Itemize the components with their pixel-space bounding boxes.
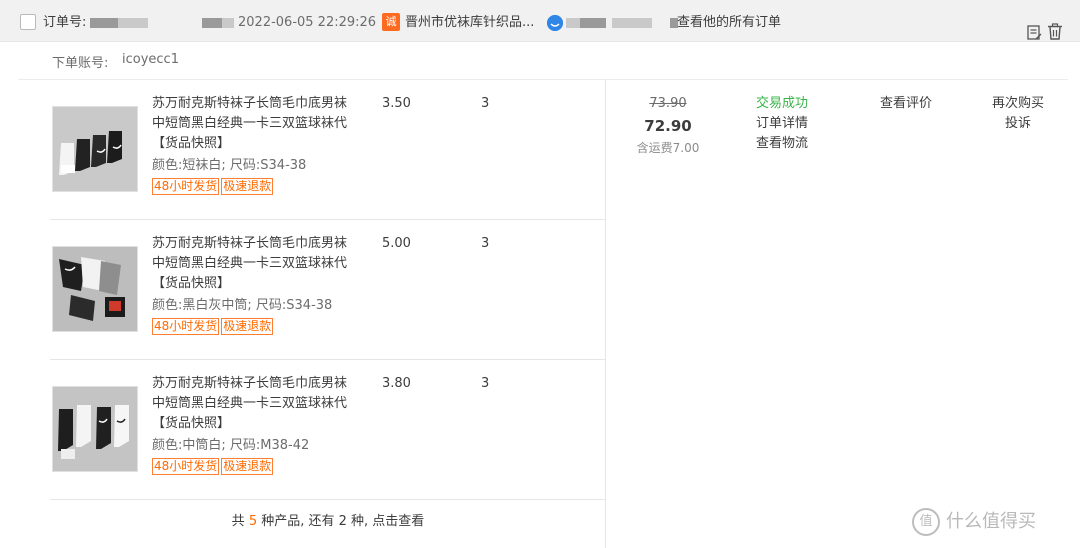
service-tags: 48小时发货 极速退款 <box>152 178 275 195</box>
shipping-fee: 含运费7.00 <box>636 141 700 155</box>
tag-48h-shipping: 48小时发货 <box>152 178 220 195</box>
more-suffix: 种, 点击查看 <box>346 514 425 529</box>
more-remaining-count: 2 <box>338 514 347 529</box>
action-column: 再次购买 投诉 <box>986 94 1050 134</box>
original-price: 73.90 <box>649 96 687 111</box>
account-label: 下单账号: <box>52 56 109 71</box>
product-title-link[interactable]: 苏万耐克斯特袜子长筒毛巾底男袜中短筒黑白经典一卡三双篮球袜代 【货品快照】 <box>152 94 352 154</box>
buy-again-link[interactable]: 再次购买 <box>986 94 1050 114</box>
order-summary: 73.90 72.90 含运费7.00 交易成功 订单详情 查看物流 查看评价 … <box>606 80 1080 548</box>
account-row: 下单账号: icoyecc1 <box>18 42 1068 80</box>
more-mid: 种产品, 还有 <box>257 514 339 529</box>
item-quantity: 3 <box>481 96 490 111</box>
view-review-link[interactable]: 查看评价 <box>880 94 932 114</box>
product-image[interactable] <box>52 106 138 192</box>
tag-48h-shipping: 48小时发货 <box>152 458 220 475</box>
order-select-checkbox[interactable] <box>20 14 36 30</box>
product-spec: 颜色:短袜白; 尺码:S34-38 <box>152 158 307 173</box>
status-column: 交易成功 订单详情 查看物流 <box>756 94 836 154</box>
item-price: 3.50 <box>382 96 411 111</box>
tag-48h-shipping: 48小时发货 <box>152 318 220 335</box>
redacted-seller-name <box>580 18 606 28</box>
show-more-products-link[interactable]: 共 5 种产品, 还有 2 种, 点击查看 <box>50 500 606 548</box>
watermark: 什么值得买 <box>912 506 1036 538</box>
view-all-orders-link[interactable]: 查看他的所有订单 <box>677 0 781 46</box>
order-header: 订单号: 2022-06-05 22:29:26 诚 晋州市优袜库针织品... … <box>0 0 1080 42</box>
product-title-link[interactable]: 苏万耐克斯特袜子长筒毛巾底男袜中短筒黑白经典一卡三双篮球袜代 【货品快照】 <box>152 234 352 294</box>
watermark-text: 什么值得买 <box>946 511 1036 532</box>
order-date: 2022-06-05 22:29:26 <box>238 15 377 30</box>
redacted-seller-name <box>566 18 580 28</box>
item-quantity: 3 <box>481 376 490 391</box>
shop-icon: 诚 <box>382 13 400 31</box>
redacted-order-number <box>118 18 148 28</box>
order-detail-link[interactable]: 订单详情 <box>756 114 836 134</box>
item-quantity: 3 <box>481 236 490 251</box>
more-total-count: 5 <box>248 514 258 529</box>
order-item: 苏万耐克斯特袜子长筒毛巾底男袜中短筒黑白经典一卡三双篮球袜代 【货品快照】 颜色… <box>50 360 606 500</box>
redacted-order-number <box>202 18 222 28</box>
trash-icon[interactable] <box>1047 14 1063 40</box>
redacted-seller-name <box>612 18 652 28</box>
total-price: 72.90 <box>644 117 692 135</box>
order-number-label: 订单号: <box>43 15 87 30</box>
shop-name-link[interactable]: 晋州市优袜库针织品... <box>405 0 534 46</box>
item-price: 3.80 <box>382 376 411 391</box>
more-prefix: 共 <box>231 514 249 529</box>
tag-fast-refund: 极速退款 <box>221 318 274 335</box>
price-column: 73.90 72.90 含运费7.00 <box>626 94 710 158</box>
item-price: 5.00 <box>382 236 411 251</box>
redacted-order-number <box>222 18 234 28</box>
product-image[interactable] <box>52 246 138 332</box>
service-tags: 48小时发货 极速退款 <box>152 458 275 475</box>
service-tags: 48小时发货 极速退款 <box>152 318 275 335</box>
account-value: icoyecc1 <box>122 52 179 67</box>
redacted-order-number <box>90 18 118 28</box>
tag-fast-refund: 极速退款 <box>221 458 274 475</box>
product-spec: 颜色:中筒白; 尺码:M38-42 <box>152 438 310 453</box>
view-logistics-link[interactable]: 查看物流 <box>756 134 836 154</box>
watermark-logo-icon <box>912 508 940 536</box>
product-title-link[interactable]: 苏万耐克斯特袜子长筒毛巾底男袜中短筒黑白经典一卡三双篮球袜代 【货品快照】 <box>152 374 352 434</box>
product-spec: 颜色:黑白灰中筒; 尺码:S34-38 <box>152 298 333 313</box>
wangwang-chat-icon[interactable] <box>547 15 563 31</box>
order-items: 苏万耐克斯特袜子长筒毛巾底男袜中短筒黑白经典一卡三双篮球袜代 【货品快照】 颜色… <box>50 80 606 548</box>
complain-link[interactable]: 投诉 <box>986 114 1050 134</box>
tag-fast-refund: 极速退款 <box>221 178 274 195</box>
product-image[interactable] <box>52 386 138 472</box>
trade-status: 交易成功 <box>756 96 809 111</box>
order-item: 苏万耐克斯特袜子长筒毛巾底男袜中短筒黑白经典一卡三双篮球袜代 【货品快照】 颜色… <box>50 80 606 220</box>
order-item: 苏万耐克斯特袜子长筒毛巾底男袜中短筒黑白经典一卡三双篮球袜代 【货品快照】 颜色… <box>50 220 606 360</box>
memo-icon[interactable] <box>1027 15 1042 40</box>
